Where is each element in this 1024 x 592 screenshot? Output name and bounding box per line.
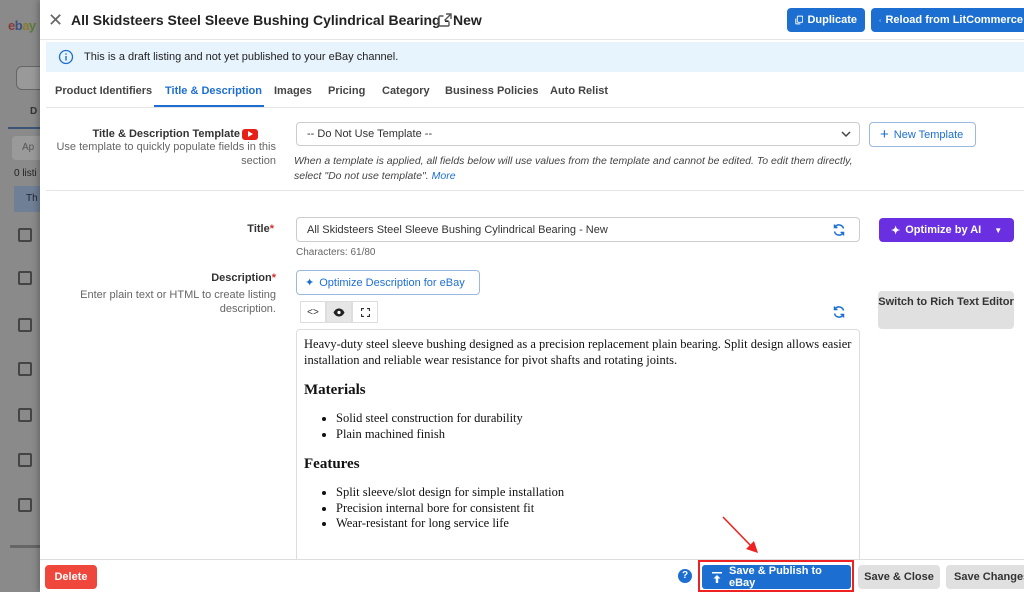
reload-button[interactable]: Reload from LitCommerce bbox=[871, 8, 1024, 32]
template-select[interactable]: -- Do Not Use Template -- bbox=[296, 122, 860, 146]
optimize-description-button[interactable]: ✦ Optimize Description for eBay bbox=[296, 270, 480, 295]
draft-info-text: This is a draft listing and not yet publ… bbox=[84, 51, 399, 63]
list-item: Precision internal bore for consistent f… bbox=[336, 501, 852, 517]
background-row-checkbox bbox=[18, 362, 32, 376]
template-selected-value: -- Do Not Use Template -- bbox=[307, 128, 433, 140]
sparkle-icon: ✦ bbox=[305, 277, 315, 289]
background-row-checkbox bbox=[18, 408, 32, 422]
required-mark: * bbox=[269, 223, 274, 235]
sync-icon[interactable] bbox=[832, 305, 846, 319]
optimize-description-label: Optimize Description for eBay bbox=[319, 276, 465, 289]
active-tab-indicator bbox=[154, 105, 264, 107]
switch-rich-text-button[interactable]: Switch to Rich Text Editor bbox=[878, 291, 1014, 329]
code-view-button[interactable]: <> bbox=[300, 301, 326, 323]
save-publish-button[interactable]: Save & Publish to eBay bbox=[702, 565, 851, 589]
draft-info-banner: This is a draft listing and not yet publ… bbox=[46, 42, 1024, 72]
tab-auto-relist[interactable]: Auto Relist bbox=[550, 85, 608, 97]
background-table-header: Th bbox=[14, 186, 40, 212]
optimize-by-ai-label: Optimize by AI bbox=[905, 224, 982, 236]
delete-button[interactable]: Delete bbox=[45, 565, 97, 589]
background-row-checkbox bbox=[18, 498, 32, 512]
list-item: Split sleeve/slot design for simple inst… bbox=[336, 485, 852, 501]
close-icon[interactable]: ✕ bbox=[48, 11, 64, 29]
tab-product-identifiers[interactable]: Product Identifiers bbox=[55, 85, 152, 97]
tab-category[interactable]: Category bbox=[382, 85, 430, 97]
title-input-value: All Skidsteers Steel Sleeve Bushing Cyli… bbox=[307, 224, 608, 236]
template-label: Title & Description Template bbox=[92, 128, 240, 140]
listing-tabs: Product Identifiers Title & Description … bbox=[46, 76, 1024, 108]
section-divider bbox=[46, 190, 1024, 191]
edit-listing-modal: ✕ All Skidsteers Steel Sleeve Bushing Cy… bbox=[40, 0, 1024, 592]
fullscreen-button[interactable] bbox=[352, 301, 378, 323]
chevron-down-icon bbox=[841, 131, 851, 138]
tab-images[interactable]: Images bbox=[274, 85, 312, 97]
duplicate-button[interactable]: Duplicate bbox=[787, 8, 865, 32]
refresh-icon bbox=[879, 19, 882, 21]
required-mark: * bbox=[271, 272, 276, 284]
materials-heading: Materials bbox=[304, 382, 366, 398]
ebay-logo: ebay bbox=[8, 18, 36, 33]
caret-down-icon[interactable]: ▼ bbox=[994, 226, 1002, 235]
eye-icon bbox=[333, 308, 345, 316]
optimize-by-ai-button[interactable]: ✦ Optimize by AI ▼ bbox=[879, 218, 1014, 242]
reload-label: Reload from LitCommerce bbox=[885, 14, 1023, 26]
background-page: ebay D Ap 0 listi Th bbox=[0, 0, 40, 592]
external-link-icon[interactable] bbox=[437, 12, 453, 28]
template-help: Use template to quickly populate fields … bbox=[56, 141, 276, 167]
sync-icon[interactable] bbox=[832, 223, 846, 237]
background-apply-button: Ap bbox=[12, 136, 40, 160]
new-template-button[interactable]: + New Template bbox=[869, 122, 976, 147]
list-item: Wear-resistant for long service life bbox=[336, 516, 852, 532]
fullscreen-icon bbox=[360, 307, 370, 317]
sparkle-icon: ✦ bbox=[891, 224, 901, 237]
editor-toolbar: <> bbox=[296, 297, 860, 327]
background-search-box bbox=[16, 66, 40, 90]
title-label: Title bbox=[247, 223, 270, 235]
info-icon bbox=[58, 49, 74, 65]
template-label-row: Title & Description Template bbox=[92, 128, 258, 140]
background-row-checkbox bbox=[18, 318, 32, 332]
save-publish-label: Save & Publish to eBay bbox=[728, 565, 822, 589]
modal-title: All Skidsteers Steel Sleeve Bushing Cyli… bbox=[71, 12, 482, 28]
upload-icon bbox=[712, 571, 722, 583]
title-label-row: Title* bbox=[247, 223, 274, 235]
plus-icon: + bbox=[880, 125, 889, 143]
features-heading: Features bbox=[304, 456, 360, 472]
materials-list: Solid steel construction for durability … bbox=[336, 411, 852, 442]
save-changes-button[interactable]: Save Changes bbox=[946, 565, 1024, 589]
help-icon[interactable]: ? bbox=[678, 569, 692, 583]
preview-button[interactable] bbox=[326, 301, 352, 323]
youtube-icon[interactable] bbox=[242, 128, 258, 140]
save-close-button[interactable]: Save & Close bbox=[858, 565, 940, 589]
template-more-link[interactable]: More bbox=[432, 170, 456, 182]
background-tab-underline bbox=[8, 127, 40, 129]
tab-title-description[interactable]: Title & Description bbox=[165, 85, 262, 97]
description-label: Description bbox=[211, 272, 272, 284]
title-input[interactable]: All Skidsteers Steel Sleeve Bushing Cyli… bbox=[296, 217, 860, 242]
copy-icon bbox=[795, 15, 804, 25]
description-help: Enter plain text or HTML to create listi… bbox=[80, 289, 276, 315]
modal-header: ✕ All Skidsteers Steel Sleeve Bushing Cy… bbox=[40, 0, 1024, 40]
list-item: Solid steel construction for durability bbox=[336, 411, 852, 427]
background-scrollbar bbox=[10, 545, 40, 548]
background-row-checkbox bbox=[18, 453, 32, 467]
background-row-checkbox bbox=[18, 228, 32, 242]
tab-pricing[interactable]: Pricing bbox=[328, 85, 365, 97]
background-row-checkbox bbox=[18, 271, 32, 285]
background-listing-count: 0 listi bbox=[14, 168, 37, 179]
modal-footer: Delete ? Save & Publish to eBay Save & C… bbox=[40, 559, 1024, 592]
background-tab: D bbox=[30, 106, 38, 117]
list-item: Plain machined finish bbox=[336, 427, 852, 443]
description-label-row: Description* bbox=[211, 272, 276, 284]
new-template-label: New Template bbox=[893, 128, 964, 141]
template-note: When a template is applied, all fields b… bbox=[294, 154, 854, 184]
title-char-count: Characters: 61/80 bbox=[296, 247, 376, 258]
annotation-arrow bbox=[722, 516, 758, 553]
description-intro: Heavy-duty steel sleeve bushing designed… bbox=[304, 337, 852, 367]
description-preview[interactable]: Heavy-duty steel sleeve bushing designed… bbox=[296, 329, 860, 559]
tab-business-policies[interactable]: Business Policies bbox=[445, 85, 539, 97]
template-note-text: When a template is applied, all fields b… bbox=[294, 155, 853, 182]
duplicate-label: Duplicate bbox=[807, 14, 857, 26]
features-list: Split sleeve/slot design for simple inst… bbox=[336, 485, 852, 532]
